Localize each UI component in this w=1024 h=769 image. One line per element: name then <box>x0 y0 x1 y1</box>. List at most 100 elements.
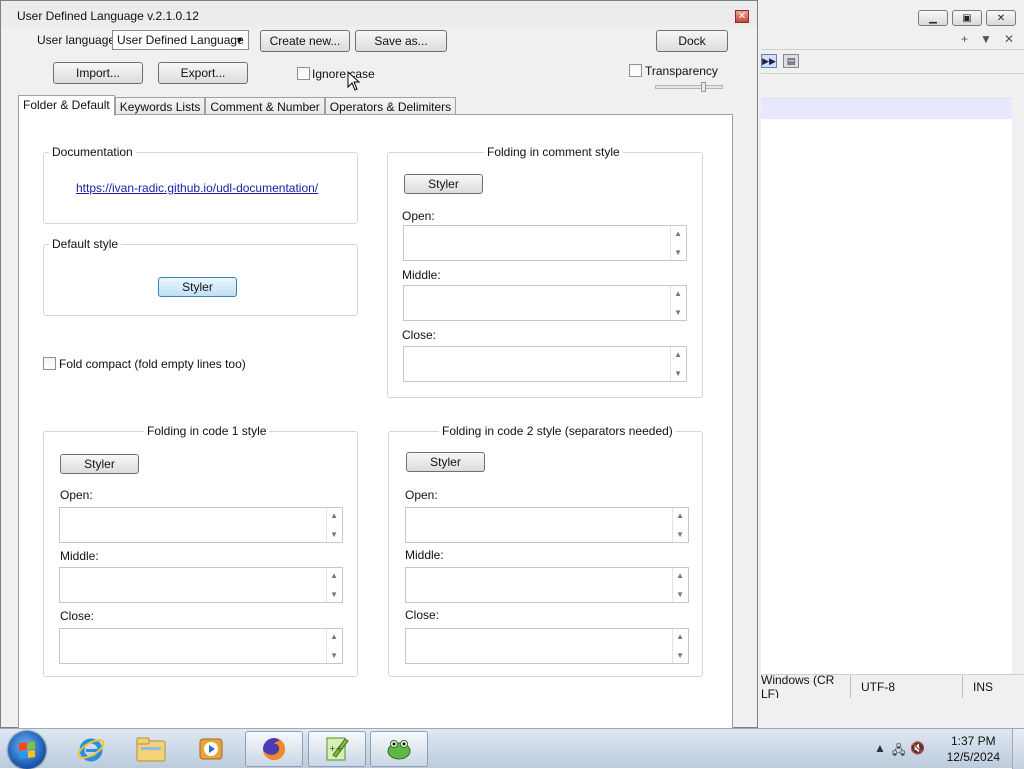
scroll-down-icon[interactable]: ▼ <box>674 308 682 317</box>
tab-folder-default[interactable]: Folder & Default <box>18 95 115 116</box>
window-controls: ▁ ▣ ✕ <box>918 10 1016 26</box>
toolbar: ▶▶ ▤ <box>761 50 1024 74</box>
windows-logo-icon <box>19 741 35 759</box>
tab-list-icon[interactable]: ▼ <box>980 32 992 46</box>
folding-code2-open-field[interactable]: ▲ ▼ <box>405 507 689 543</box>
folding-code2-close-field[interactable]: ▲ ▼ <box>405 628 689 664</box>
scroll-down-icon[interactable]: ▼ <box>330 651 338 660</box>
import-button[interactable]: Import... <box>53 62 143 84</box>
ignore-case-checkbox[interactable] <box>297 67 310 80</box>
scroll-up-icon[interactable]: ▲ <box>674 289 682 298</box>
notepadpp-icon: ++ <box>326 737 349 761</box>
clock-time: 1:37 PM <box>950 734 996 748</box>
folding-comment-open-field[interactable]: ▲ ▼ <box>403 225 687 261</box>
dock-button[interactable]: Dock <box>656 30 728 52</box>
scroll-up-icon[interactable]: ▲ <box>676 632 684 641</box>
svg-text:++: ++ <box>329 744 342 753</box>
folding-code2-label: Folding in code 2 style (separators need… <box>439 424 676 438</box>
scroll-up-icon[interactable]: ▲ <box>676 571 684 580</box>
scroll-down-icon[interactable]: ▼ <box>676 651 684 660</box>
folding-comment-close-label: Close: <box>402 328 437 342</box>
media-player-icon <box>199 738 223 760</box>
default-style-label: Default style <box>49 237 122 251</box>
clock-date: 12/5/2024 <box>946 750 1000 764</box>
default-styler-button[interactable]: Styler <box>158 277 237 297</box>
insert-mode-status: INS <box>973 679 994 694</box>
transparency-checkbox[interactable] <box>629 64 642 77</box>
clock[interactable]: 1:37 PM 12/5/2024 <box>947 733 1000 765</box>
dialog-titlebar[interactable]: User Defined Language v.2.1.0.12 ✕ <box>1 1 757 27</box>
folding-code1-open-field[interactable]: ▲ ▼ <box>59 507 343 543</box>
chevron-down-icon: ▼ <box>235 35 244 45</box>
document-tab-row: + ▼ ✕ <box>761 30 1024 50</box>
fold-compact-label[interactable]: Fold compact (fold empty lines too) <box>59 357 246 371</box>
folding-code2-open-label: Open: <box>405 488 438 502</box>
folding-comment-middle-label: Middle: <box>402 268 441 282</box>
start-button[interactable] <box>8 731 46 769</box>
taskbar-app-frog[interactable] <box>370 731 428 767</box>
folding-code1-close-field[interactable]: ▲ ▼ <box>59 628 343 664</box>
notepadpp-background-window: ▁ ▣ ✕ + ▼ ✕ ▶▶ ▤ Windows (CR LF) UTF-8 I… <box>740 0 1024 728</box>
firefox-icon <box>263 738 285 760</box>
play-macro-icon[interactable]: ▶▶ <box>761 54 777 68</box>
maximize-button[interactable]: ▣ <box>952 10 982 26</box>
scroll-down-icon[interactable]: ▼ <box>676 590 684 599</box>
save-macro-icon[interactable]: ▤ <box>783 54 799 68</box>
folding-code2-close-label: Close: <box>405 608 440 622</box>
close-icon: ✕ <box>996 12 1006 24</box>
taskbar-internet-explorer[interactable] <box>62 731 120 767</box>
create-new-button[interactable]: Create new... <box>260 30 350 52</box>
taskbar-file-explorer[interactable] <box>122 731 180 767</box>
vertical-scrollbar[interactable] <box>1012 96 1024 688</box>
mouse-cursor-icon <box>347 71 361 91</box>
taskbar-firefox[interactable] <box>245 731 303 767</box>
dialog-close-button[interactable]: ✕ <box>735 10 749 23</box>
scroll-down-icon[interactable]: ▼ <box>330 590 338 599</box>
scroll-down-icon[interactable]: ▼ <box>674 369 682 378</box>
transparency-slider-thumb[interactable] <box>701 82 706 92</box>
show-desktop-button[interactable] <box>1012 729 1024 769</box>
folding-code1-middle-field[interactable]: ▲ ▼ <box>59 567 343 603</box>
udl-tabs: Folder & Default Keywords Lists Comment … <box>18 95 457 116</box>
scroll-up-icon[interactable]: ▲ <box>674 229 682 238</box>
user-language-value: User Defined Language <box>117 33 244 47</box>
dialog-title: User Defined Language v.2.1.0.12 <box>17 9 199 23</box>
close-tab-icon[interactable]: ✕ <box>1004 32 1014 46</box>
internet-explorer-icon <box>77 738 105 762</box>
scroll-down-icon[interactable]: ▼ <box>330 530 338 539</box>
folding-code2-group: Folding in code 2 style (separators need… <box>388 424 703 677</box>
export-button[interactable]: Export... <box>158 62 248 84</box>
folding-code2-styler-button[interactable]: Styler <box>406 452 485 472</box>
folding-comment-group: Folding in comment style Styler Open: ▲ ▼… <box>387 145 703 398</box>
documentation-link[interactable]: https://ivan-radic.github.io/udl-documen… <box>76 181 318 195</box>
scroll-down-icon[interactable]: ▼ <box>676 530 684 539</box>
volume-muted-icon[interactable]: 🔇 <box>910 741 925 755</box>
scroll-up-icon[interactable]: ▲ <box>330 632 338 641</box>
folder-default-panel: Documentation https://ivan-radic.github.… <box>18 114 733 729</box>
folding-comment-styler-button[interactable]: Styler <box>404 174 483 194</box>
scroll-up-icon[interactable]: ▲ <box>674 350 682 359</box>
taskbar-notepadpp[interactable]: ++ <box>308 731 366 767</box>
network-icon[interactable]: 🖧 <box>892 741 905 762</box>
folding-comment-middle-field[interactable]: ▲ ▼ <box>403 285 687 321</box>
close-window-button[interactable]: ✕ <box>986 10 1016 26</box>
minimize-button[interactable]: ▁ <box>918 10 948 26</box>
transparency-slider[interactable] <box>655 85 723 89</box>
folding-comment-close-field[interactable]: ▲ ▼ <box>403 346 687 382</box>
transparency-label[interactable]: Transparency <box>645 64 718 78</box>
taskbar-media-player[interactable] <box>182 731 240 767</box>
ignore-case-label[interactable]: Ignore case <box>312 67 375 81</box>
fold-compact-checkbox[interactable] <box>43 357 56 370</box>
folding-code1-styler-button[interactable]: Styler <box>60 454 139 474</box>
show-hidden-icons-icon[interactable]: ▲ <box>874 741 886 755</box>
add-tab-icon[interactable]: + <box>961 32 968 46</box>
user-language-select[interactable]: User Defined Language ▼ <box>112 30 249 50</box>
editor-area[interactable] <box>761 98 1016 674</box>
scroll-up-icon[interactable]: ▲ <box>330 571 338 580</box>
folding-code2-middle-field[interactable]: ▲ ▼ <box>405 567 689 603</box>
scroll-up-icon[interactable]: ▲ <box>676 511 684 520</box>
scroll-up-icon[interactable]: ▲ <box>330 511 338 520</box>
scroll-down-icon[interactable]: ▼ <box>674 248 682 257</box>
documentation-group: Documentation https://ivan-radic.github.… <box>43 145 358 224</box>
save-as-button[interactable]: Save as... <box>355 30 447 52</box>
